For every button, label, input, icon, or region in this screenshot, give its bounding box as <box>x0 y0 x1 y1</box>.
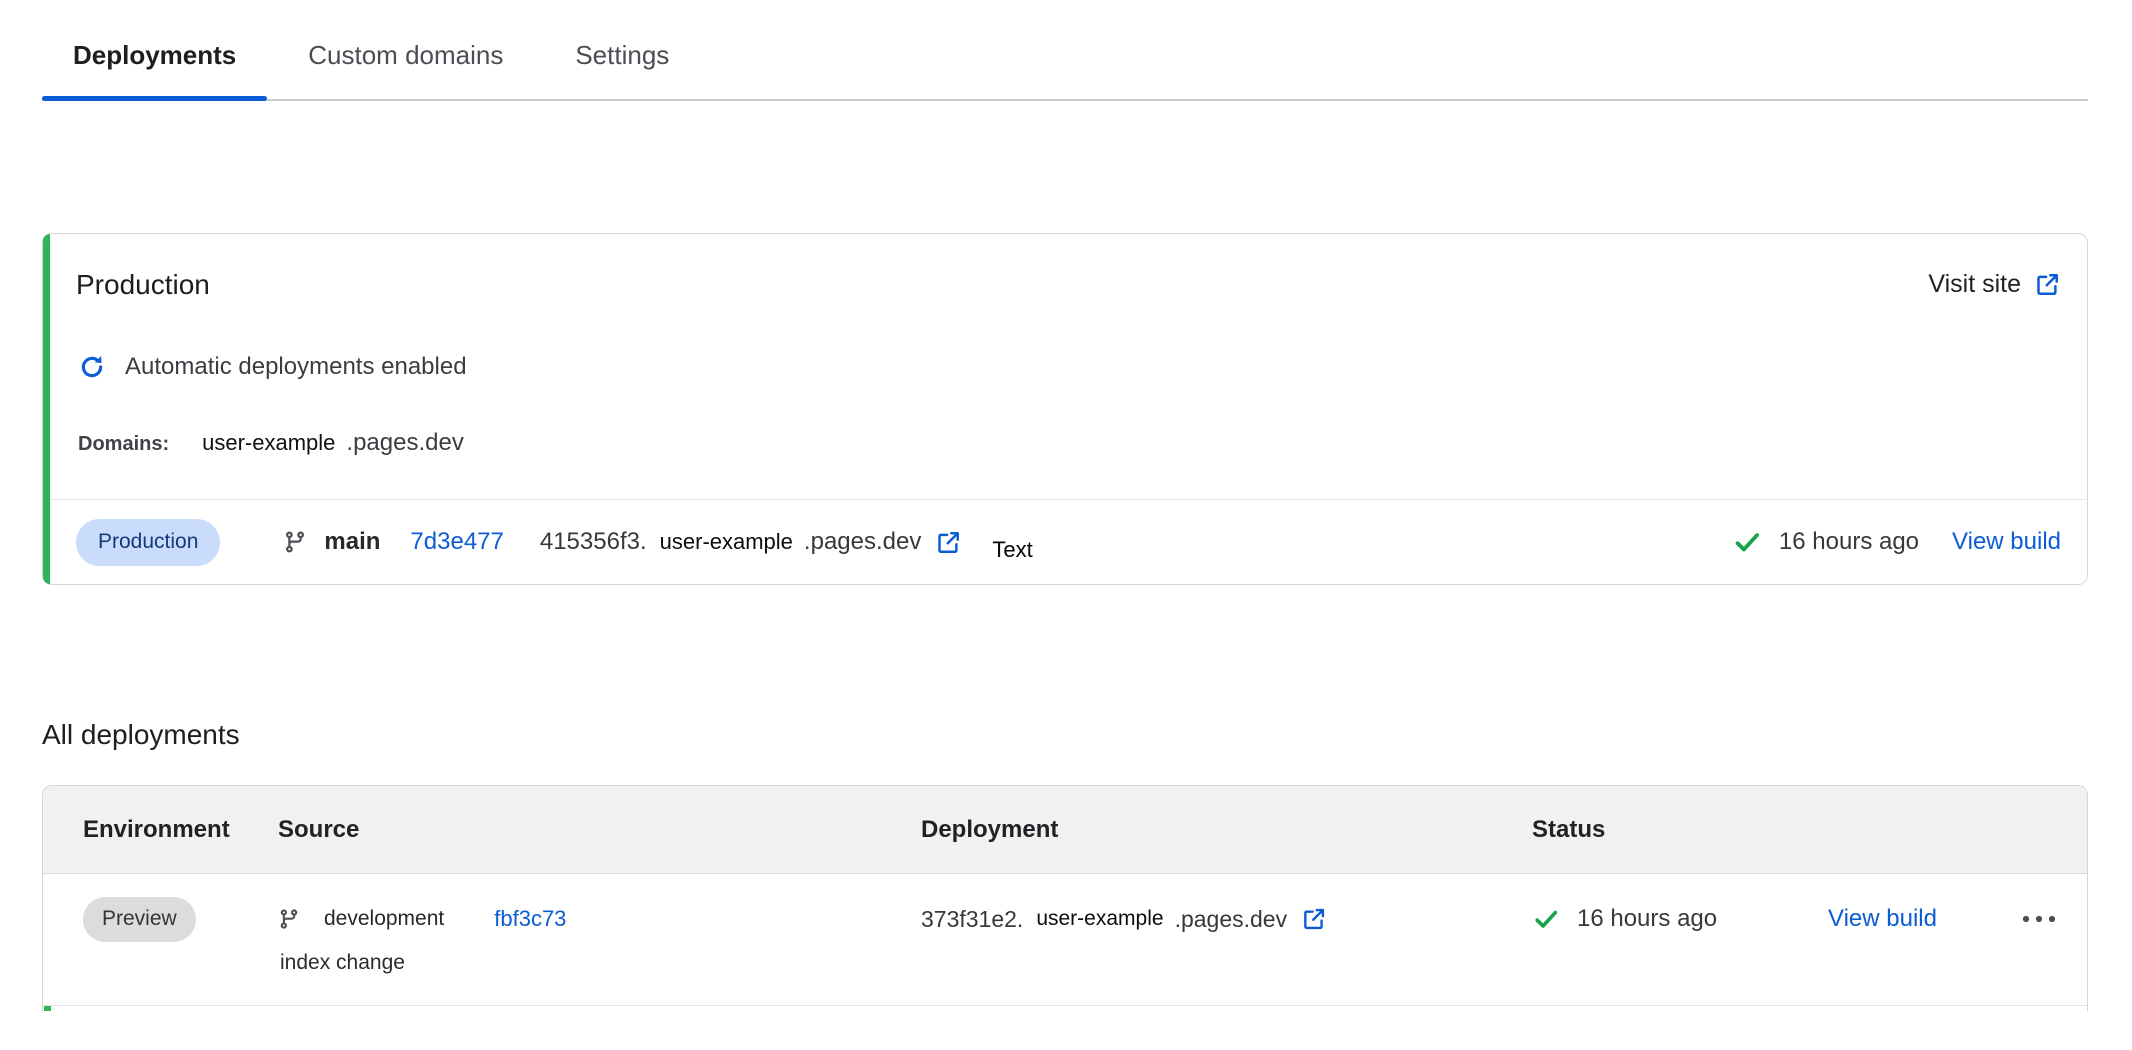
all-deployments-title: All deployments <box>42 718 2088 751</box>
external-link-icon <box>935 529 962 556</box>
visit-site-label: Visit site <box>1928 270 2021 299</box>
next-row-peek <box>43 1006 2087 1011</box>
external-link-icon <box>2034 271 2061 298</box>
commit-link[interactable]: fbf3c73 <box>494 906 566 932</box>
deployment-domain: user-example <box>1036 907 1163 931</box>
table-header: Environment Source Deployment Status <box>43 786 2087 874</box>
tab-bar: Deployments Custom domains Settings <box>42 38 2088 101</box>
deployment-domain: user-example <box>660 529 793 555</box>
column-deployment: Deployment <box>921 816 1532 844</box>
production-card-title: Production <box>76 268 210 301</box>
deployment-url[interactable]: 415356f3. user-example .pages.dev <box>540 528 962 556</box>
tab-custom-domains[interactable]: Custom domains <box>277 38 534 99</box>
auto-deploy-text: Automatic deployments enabled <box>125 353 467 381</box>
row-menu-button[interactable] <box>2021 896 2087 942</box>
deployments-page: Deployments Custom domains Settings Prod… <box>0 38 2132 1011</box>
deploy-time: 16 hours ago <box>1577 905 1717 933</box>
production-indicator-bar <box>43 234 50 584</box>
commit-message: index change <box>280 951 921 975</box>
external-link-icon <box>1301 906 1327 932</box>
deployment-id: 373f31e2. <box>921 906 1023 933</box>
commit-link[interactable]: 7d3e477 <box>410 528 503 556</box>
environment-badge: Production <box>76 519 220 566</box>
refresh-icon <box>78 353 106 381</box>
deployments-table: Environment Source Deployment Status Pre… <box>42 785 2088 1011</box>
git-branch-icon <box>283 530 307 554</box>
deployment-suffix: .pages.dev <box>1175 906 1288 933</box>
ellipsis-icon <box>2021 914 2057 924</box>
tab-settings[interactable]: Settings <box>544 38 700 99</box>
view-build-link[interactable]: View build <box>1952 528 2061 556</box>
branch-name: main <box>324 528 380 556</box>
branch-name: development <box>324 907 444 931</box>
git-branch-icon <box>278 908 300 930</box>
column-environment: Environment <box>83 816 278 844</box>
deployment-url[interactable]: 373f31e2. user-example .pages.dev <box>921 906 1327 933</box>
domain-suffix: .pages.dev <box>346 429 463 457</box>
view-build-link[interactable]: View build <box>1828 905 1937 933</box>
production-deployment-row: Production main 7d3e477 415356f3. user-e… <box>50 499 2086 584</box>
check-icon <box>1732 527 1762 557</box>
tab-deployments[interactable]: Deployments <box>42 38 267 99</box>
column-status: Status <box>1532 816 1828 844</box>
column-source: Source <box>278 816 921 844</box>
domains-label: Domains: <box>78 433 169 456</box>
domain-name: user-example <box>202 430 335 456</box>
table-row: Preview development fbf3c73 index change… <box>43 874 2087 1006</box>
production-card: Production Visit site Automa <box>42 233 2088 585</box>
production-indicator-bar <box>44 1006 51 1011</box>
visit-site-link[interactable]: Visit site <box>1928 270 2061 299</box>
check-icon <box>1532 905 1560 933</box>
environment-badge: Preview <box>83 897 196 942</box>
deploy-time: 16 hours ago <box>1779 528 1919 556</box>
deployment-id: 415356f3. <box>540 528 647 556</box>
note-text: Text <box>992 537 1032 563</box>
deployment-suffix: .pages.dev <box>804 528 921 556</box>
